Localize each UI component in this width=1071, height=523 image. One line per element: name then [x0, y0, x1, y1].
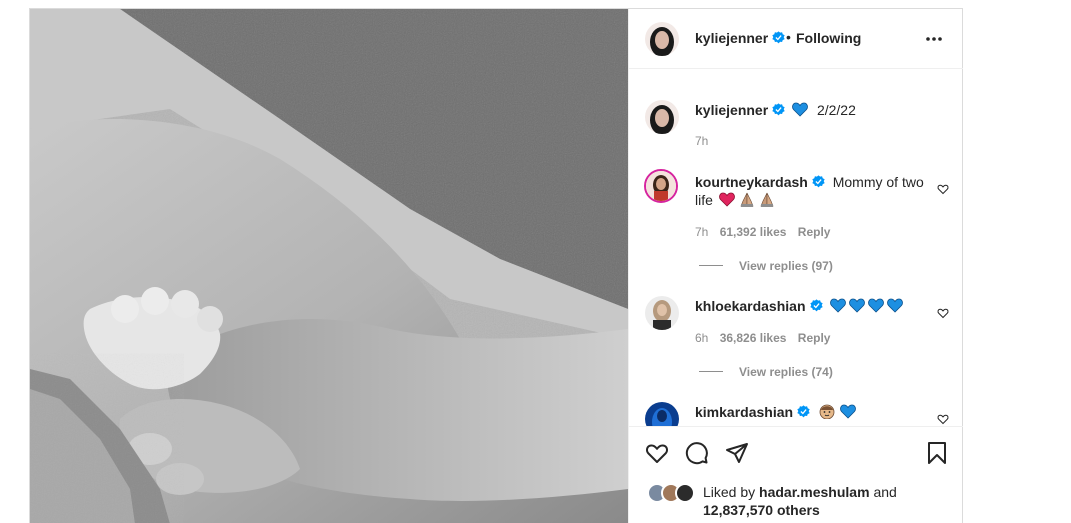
comment-avatar-kourtneykardash[interactable]: [644, 169, 678, 203]
author-username-text[interactable]: kyliejenner: [695, 30, 768, 46]
comment-text: kimkardashian: [695, 403, 856, 421]
view-replies-button[interactable]: View replies (97): [699, 259, 833, 273]
praying-hands-icon: [760, 192, 774, 207]
more-options-icon[interactable]: [925, 36, 943, 42]
comment-meta: 7h 61,392 likes Reply: [695, 225, 830, 239]
baby-emoji-icon: [819, 404, 835, 419]
liked-by-conjunction: and: [873, 484, 897, 500]
post-photo[interactable]: [30, 9, 628, 523]
liked-by-user[interactable]: hadar.meshulam: [759, 484, 870, 500]
liked-by-text: Liked by hadar.meshulam and 12,837,570 o…: [703, 483, 897, 519]
comment-username[interactable]: khloekardashian: [695, 298, 806, 314]
verified-badge-icon: [797, 405, 810, 418]
comment-time: 7h: [695, 225, 709, 239]
blue-heart-icon: [887, 298, 904, 313]
caption-date: 2/2/22: [816, 102, 856, 118]
blue-heart-icon: [840, 404, 856, 419]
blue-heart-icon: [830, 298, 847, 313]
heart-icon[interactable]: [645, 441, 669, 465]
post-header: kyliejenner • Following: [629, 9, 963, 69]
comment-likes[interactable]: 61,392 likes: [720, 225, 787, 239]
verified-badge-icon: [809, 299, 823, 312]
comment-like-heart-icon[interactable]: [937, 183, 949, 195]
author-username[interactable]: kyliejenner: [695, 30, 785, 46]
liker-avatar[interactable]: [675, 483, 695, 503]
comment-body-line1: Mommy of two: [832, 174, 924, 190]
caption-text: kyliejenner 2/2/22: [695, 101, 856, 119]
verified-badge-icon: [772, 103, 785, 116]
header-separator: •: [786, 29, 791, 45]
view-replies-label[interactable]: View replies (74): [739, 365, 833, 379]
post-actions: Liked by hadar.meshulam and 12,837,570 o…: [629, 426, 963, 523]
following-button[interactable]: Following: [796, 30, 861, 46]
comment-time: 6h: [695, 331, 709, 345]
comment-username[interactable]: kourtneykardash: [695, 174, 808, 190]
comment-like-heart-icon[interactable]: [937, 307, 949, 319]
comment-icon[interactable]: [685, 441, 709, 465]
author-avatar[interactable]: [645, 22, 679, 56]
caption-avatar[interactable]: [645, 100, 679, 134]
comment-avatar-khloekardashian[interactable]: [645, 296, 679, 330]
blue-heart-icon: [868, 298, 885, 313]
instagram-post: kyliejenner • Following kyliejenner 2/2/…: [29, 8, 963, 523]
liked-by-prefix: Liked by: [703, 484, 756, 500]
comment-body-line2: life: [695, 192, 713, 208]
caption-time: 7h: [695, 134, 709, 148]
caption-username[interactable]: kyliejenner: [695, 102, 768, 118]
comment-like-heart-icon[interactable]: [937, 413, 949, 425]
bookmark-icon[interactable]: [925, 441, 949, 465]
comment-username[interactable]: kimkardashian: [695, 404, 793, 420]
share-icon[interactable]: [725, 441, 749, 465]
comment-avatar-kimkardashian[interactable]: [645, 402, 679, 426]
replies-divider-line: [699, 371, 723, 372]
comments-list: kyliejenner 2/2/22 7h kourtneykardash Mo…: [629, 70, 963, 426]
view-replies-button[interactable]: View replies (74): [699, 365, 833, 379]
comment-text: khloekardashian: [695, 297, 904, 315]
blue-heart-icon: [792, 102, 808, 117]
liked-by-others[interactable]: 12,837,570 others: [703, 502, 820, 518]
comment-meta: 6h 36,826 likes Reply: [695, 331, 830, 345]
reply-button[interactable]: Reply: [798, 225, 831, 239]
comment-likes[interactable]: 36,826 likes: [720, 331, 787, 345]
baby-hand-photo: [30, 9, 628, 523]
reply-button[interactable]: Reply: [798, 331, 831, 345]
verified-badge-icon: [812, 175, 825, 188]
blue-heart-icon: [849, 298, 866, 313]
replies-divider-line: [699, 265, 723, 266]
view-replies-label[interactable]: View replies (97): [739, 259, 833, 273]
liked-by-avatars[interactable]: [647, 483, 699, 503]
post-side-panel: kyliejenner • Following kyliejenner 2/2/…: [628, 9, 963, 523]
comment-text: kourtneykardash Mommy of two life: [695, 173, 925, 209]
verified-badge-icon: [772, 31, 785, 44]
praying-hands-icon: [740, 192, 754, 207]
red-heart-icon: [718, 192, 735, 207]
